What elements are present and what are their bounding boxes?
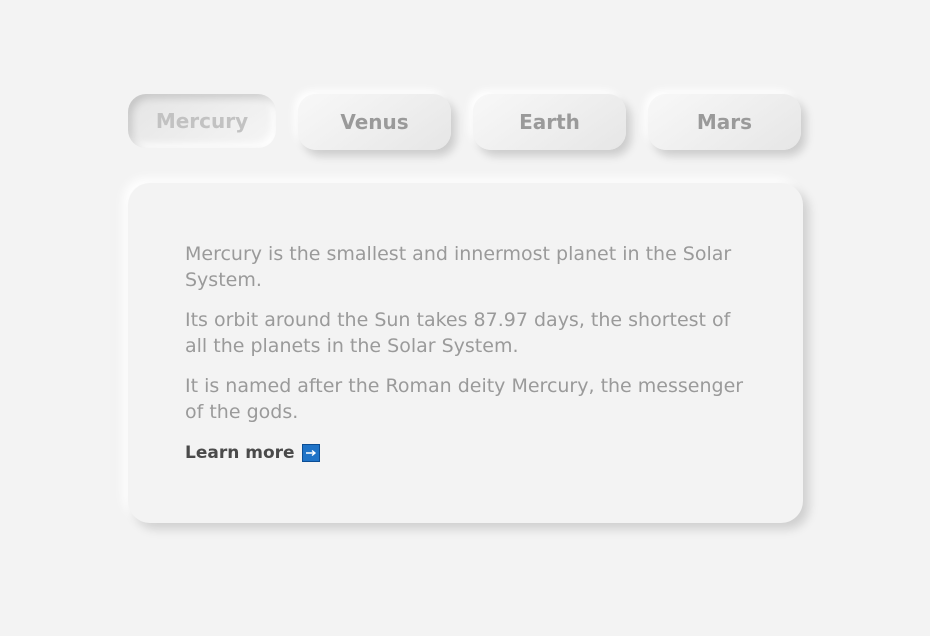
info-paragraph-2: Its orbit around the Sun takes 87.97 day…: [185, 309, 731, 357]
learn-more-link[interactable]: Learn more: [185, 443, 320, 463]
tab-venus[interactable]: Venus: [298, 94, 451, 150]
arrow-right-icon: [301, 444, 320, 462]
tab-mars[interactable]: Mars: [648, 94, 801, 150]
planet-tabs: Mercury Venus Earth Mars: [128, 94, 801, 150]
tab-earth[interactable]: Earth: [473, 94, 626, 150]
info-paragraph-1: Mercury is the smallest and innermost pl…: [185, 243, 732, 291]
planet-info-card: Mercury is the smallest and innermost pl…: [128, 183, 803, 523]
learn-more-label: Learn more: [185, 443, 295, 463]
tab-mercury[interactable]: Mercury: [128, 94, 276, 148]
page: Mercury Venus Earth Mars Mercury is the …: [0, 0, 930, 636]
info-paragraph-3: It is named after the Roman deity Mercur…: [185, 375, 744, 423]
